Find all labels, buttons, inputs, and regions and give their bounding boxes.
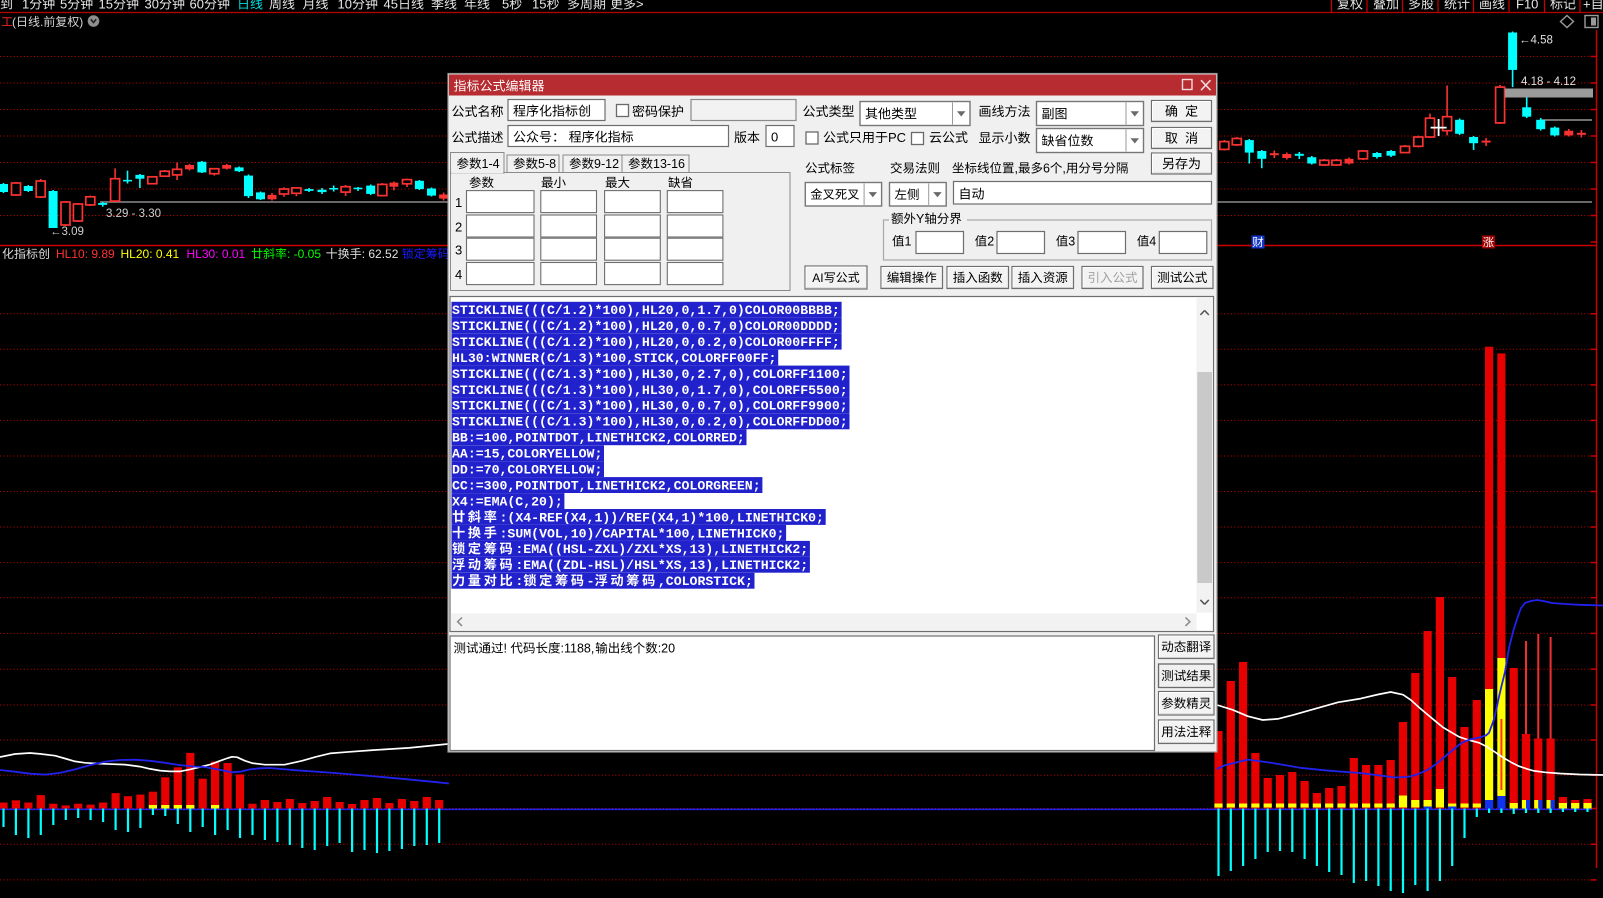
svg-text:5: 5 xyxy=(60,0,67,12)
svg-text:X4:=EMA(C,20);: X4:=EMA(C,20); xyxy=(452,494,563,509)
svg-text:STICKLINE(((C/1.3)*100),HL30,0: STICKLINE(((C/1.3)*100),HL30,0,0.7,0),CO… xyxy=(452,399,848,414)
svg-text:←4.58: ←4.58 xyxy=(1519,35,1553,47)
svg-text:AA:=15,COLORYELLOW;: AA:=15,COLORYELLOW; xyxy=(452,447,602,462)
svg-text:.: . xyxy=(40,15,43,29)
svg-text:,COLORSTICK;: ,COLORSTICK; xyxy=(658,574,753,589)
svg-text:PC: PC xyxy=(888,130,906,145)
svg-text:Y: Y xyxy=(916,212,925,226)
svg-text:0: 0 xyxy=(771,130,778,145)
svg-text:2: 2 xyxy=(455,220,462,235)
svg-text:4: 4 xyxy=(1149,235,1156,249)
svg-text::20: :20 xyxy=(658,642,675,656)
svg-text:9-12: 9-12 xyxy=(594,157,619,171)
svg-text:3: 3 xyxy=(455,243,462,258)
svg-text:STICKLINE(((C/1.3)*100),HL30,0: STICKLINE(((C/1.3)*100),HL30,0,1.7,0),CO… xyxy=(452,383,848,398)
svg-text:): ) xyxy=(79,15,83,29)
svg-text:5: 5 xyxy=(502,0,509,12)
svg-text:STICKLINE(((C/1.2)*100),HL20,0: STICKLINE(((C/1.2)*100),HL20,0,0.2,0)COL… xyxy=(452,335,840,350)
svg-text:STICKLINE(((C/1.2)*100),HL20,0: STICKLINE(((C/1.2)*100),HL20,0,1.7,0)COL… xyxy=(452,303,840,318)
svg-text:13-16: 13-16 xyxy=(653,157,685,171)
svg-text:1-4: 1-4 xyxy=(482,157,500,171)
svg-text:F10: F10 xyxy=(1516,0,1538,12)
svg-text:>: > xyxy=(636,0,644,12)
svg-text:STICKLINE(((C/1.2)*100),HL20,0: STICKLINE(((C/1.2)*100),HL20,0,0.7,0)COL… xyxy=(452,319,840,334)
svg-text:1: 1 xyxy=(905,235,912,249)
svg-text::1188,: :1188, xyxy=(561,642,595,656)
svg-text:: -0.05: : -0.05 xyxy=(287,247,321,261)
svg-text::EMA((HSL-ZXL)/ZXL*XS,13),LINE: :EMA((HSL-ZXL)/ZXL*XS,13),LINETHICK2; xyxy=(515,542,808,557)
svg-text:1: 1 xyxy=(22,0,29,12)
svg-text:5-8: 5-8 xyxy=(538,157,556,171)
svg-text:HL30:WINNER(C/1.3)*100,STICK,C: HL30:WINNER(C/1.3)*100,STICK,COLORFF00FF… xyxy=(452,351,776,366)
svg-text:1: 1 xyxy=(455,195,462,210)
svg-text:STICKLINE(((C/1.3)*100),HL30,0: STICKLINE(((C/1.3)*100),HL30,0,2.7,0),CO… xyxy=(452,367,848,382)
svg-text:4: 4 xyxy=(455,267,462,282)
svg-text:-: - xyxy=(587,574,595,589)
svg-text:DD:=70,COLORYELLOW;: DD:=70,COLORYELLOW; xyxy=(452,463,602,478)
svg-text:BB:=100,POINTDOT,LINETHICK2,CO: BB:=100,POINTDOT,LINETHICK2,COLORRED; xyxy=(452,431,745,446)
svg-text:CC:=300,POINTDOT,LINETHICK2,CO: CC:=300,POINTDOT,LINETHICK2,COLORGREEN; xyxy=(452,478,761,493)
svg-text:HL30: 0.01: HL30: 0.01 xyxy=(187,247,246,261)
svg-text:,: , xyxy=(1062,162,1065,176)
svg-text::(X4-REF(X4,1))/REF(X4,1)*100,: :(X4-REF(X4,1))/REF(X4,1)*100,LINETHICK0… xyxy=(500,510,824,525)
svg-text::EMA((ZDL-HSL)/HSL*XS,13),LINE: :EMA((ZDL-HSL)/HSL*XS,13),LINETHICK2; xyxy=(515,558,808,573)
svg-text:15: 15 xyxy=(99,0,113,12)
svg-text:HL20: 0.41: HL20: 0.41 xyxy=(121,247,180,261)
svg-text:10: 10 xyxy=(338,0,352,12)
svg-text::: : xyxy=(515,574,523,589)
svg-text:2: 2 xyxy=(987,235,994,249)
svg-text:AI: AI xyxy=(812,271,823,285)
svg-text::SUM(VOL,10)/CAPITAL*100,LINET: :SUM(VOL,10)/CAPITAL*100,LINETHICK0; xyxy=(500,526,785,541)
svg-text:45: 45 xyxy=(384,0,398,12)
svg-text:: 62.52: : 62.52 xyxy=(362,247,399,261)
svg-text:30: 30 xyxy=(145,0,159,12)
svg-text:(: ( xyxy=(12,15,16,29)
svg-text:+: + xyxy=(1583,0,1591,12)
svg-text:!: ! xyxy=(504,642,507,656)
svg-text:15: 15 xyxy=(532,0,546,12)
svg-text:4.18 - 4.12: 4.18 - 4.12 xyxy=(1521,76,1576,88)
svg-text:6: 6 xyxy=(1043,162,1050,176)
svg-text:3: 3 xyxy=(1068,235,1075,249)
svg-text:HL10: 9.89: HL10: 9.89 xyxy=(56,247,115,261)
svg-text:3.29 - 3.30: 3.29 - 3.30 xyxy=(106,208,161,220)
svg-text:,: , xyxy=(1015,162,1018,176)
svg-text:STICKLINE(((C/1.3)*100),HL30,0: STICKLINE(((C/1.3)*100),HL30,0,0.2,0),CO… xyxy=(452,415,848,430)
svg-text:←3.09: ←3.09 xyxy=(50,226,84,238)
svg-text:60: 60 xyxy=(190,0,204,12)
